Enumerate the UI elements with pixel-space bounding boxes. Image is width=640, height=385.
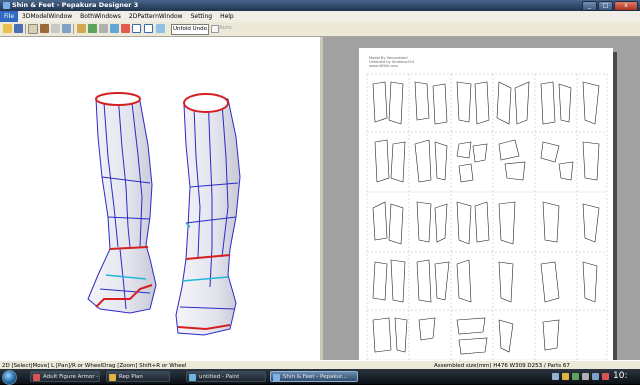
clock[interactable]: 10: [613, 369, 627, 383]
layout-icon[interactable] [156, 24, 165, 33]
3d-model-view[interactable] [0, 37, 320, 360]
taskbar-item-label: Adult Figure Armor - [43, 374, 99, 380]
move-icon[interactable] [110, 24, 119, 33]
menu-2dpatternwindow[interactable]: 2DPatternWindow [125, 11, 187, 22]
tray-app-icon[interactable] [562, 373, 569, 380]
tray-volume-icon[interactable] [582, 373, 589, 380]
paint-icon [189, 374, 196, 381]
both-windows-icon[interactable] [144, 24, 153, 33]
start-button[interactable] [2, 370, 17, 385]
window-icon[interactable] [132, 24, 141, 33]
join-icon[interactable] [88, 24, 97, 33]
menu-bothwindows[interactable]: BothWindows [76, 11, 125, 22]
menu-3dmodelwindow[interactable]: 3DModelWindow [18, 11, 76, 22]
auto-label: Auto [219, 25, 232, 31]
rotate-icon[interactable] [62, 24, 71, 33]
folder-icon [109, 374, 116, 381]
pattern-pieces [372, 81, 600, 355]
minimize-button[interactable]: _ [582, 1, 597, 11]
flap-icon[interactable] [99, 24, 108, 33]
pencil-icon[interactable] [77, 24, 86, 33]
3d-model-canvas [87, 92, 241, 336]
toolbar-divider [25, 24, 26, 34]
pattern-page: Model By Vanquished Unfolded by Studious… [359, 48, 613, 363]
open-icon[interactable] [3, 24, 12, 33]
mode-icon[interactable] [28, 24, 38, 34]
texture-icon[interactable] [40, 24, 49, 33]
taskbar-item[interactable]: untitled - Paint [186, 371, 266, 382]
taskbar-item-label: Rep Plan [119, 374, 143, 380]
toolbar-divider [73, 24, 74, 34]
taskbar-item[interactable]: Shin & Feet - Pepakur... [270, 371, 358, 382]
toolbar: Unfold Undo Auto [0, 22, 640, 37]
pepakura-icon [273, 374, 280, 381]
menu-file[interactable]: File [0, 11, 19, 22]
right-boot-model [175, 93, 241, 336]
browser-icon [33, 374, 40, 381]
taskbar-item[interactable]: Rep Plan [106, 371, 170, 382]
window-title: Shin & Feet - Pepakura Designer 3 [12, 1, 139, 9]
tray-network-icon[interactable] [552, 373, 559, 380]
maximize-button[interactable]: □ [598, 1, 613, 11]
save-icon[interactable] [14, 24, 23, 33]
title-bar: Shin & Feet - Pepakura Designer 3 _ □ x [0, 0, 640, 11]
pepakura-app-icon [3, 2, 10, 9]
window-controls: _ □ x [582, 1, 638, 11]
menu-setting[interactable]: Setting [187, 11, 216, 22]
unfold-undo-button[interactable]: Unfold Undo [171, 24, 209, 35]
taskbar-item-label: untitled - Paint [199, 374, 240, 380]
menu-help[interactable]: Help [216, 11, 238, 22]
tray-notify-icon[interactable] [602, 373, 609, 380]
tray-security-icon[interactable] [572, 373, 579, 380]
2d-pattern-view[interactable]: Model By Vanquished Unfolded by Studious… [323, 37, 640, 363]
tray-power-icon[interactable] [592, 373, 599, 380]
auto-checkbox[interactable] [211, 25, 219, 33]
taskbar-item[interactable]: Adult Figure Armor - [30, 371, 100, 382]
pattern-sheet [366, 73, 608, 361]
cut-icon[interactable] [121, 24, 130, 33]
left-boot-model [87, 92, 157, 314]
cube-icon[interactable] [51, 24, 60, 33]
taskbar: Adult Figure Armor - Rep Plan untitled -… [0, 369, 640, 385]
close-button[interactable]: x [614, 1, 638, 11]
taskbar-item-label: Shin & Feet - Pepakur... [283, 374, 347, 380]
